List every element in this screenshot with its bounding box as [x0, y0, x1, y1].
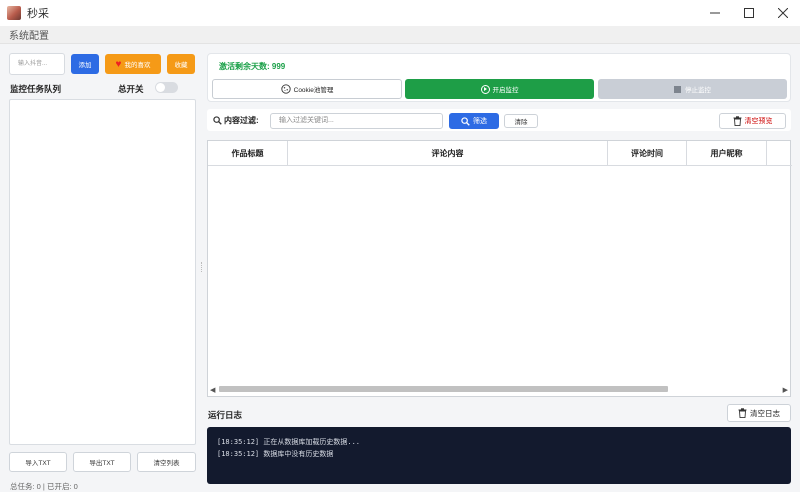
add-button[interactable]: 添加 — [71, 54, 99, 74]
trash-icon — [738, 408, 747, 418]
menu-bar: 系统配置 — [0, 26, 800, 44]
comments-table: 作品标题 评论内容 评论时间 用户昵称 ◀ ▶ — [207, 140, 792, 397]
filter-label: 内容过滤: — [224, 116, 259, 125]
filter-input[interactable]: 输入过滤关键词... — [270, 113, 443, 129]
stop-monitor-label: 停止监控 — [685, 87, 711, 94]
search-icon — [461, 116, 470, 126]
task-list[interactable] — [9, 99, 196, 445]
start-monitor-label: 开启监控 — [492, 87, 519, 94]
clear-filter-button[interactable]: 清除 — [504, 114, 538, 128]
heart-icon: ♥ — [115, 58, 122, 70]
master-switch-toggle[interactable] — [155, 82, 178, 93]
right-panel: 激活剩余天数: 999 Cookie池管理 开启监控 停止监控 内容过滤: 输入… — [207, 53, 792, 484]
app-icon — [7, 6, 21, 20]
scrollbar-thumb[interactable] — [219, 386, 668, 392]
header-content[interactable]: 评论内容 — [288, 141, 608, 165]
stop-monitor-button[interactable]: 停止监控 — [598, 79, 787, 99]
window-title: 秒采 — [27, 8, 49, 20]
search-icon — [213, 116, 222, 125]
clear-preview-button[interactable]: 清空预览 — [719, 113, 786, 129]
cookie-pool-button[interactable]: Cookie池管理 — [212, 79, 402, 99]
cookie-pool-label: Cookie池管理 — [293, 87, 334, 94]
window-controls — [698, 0, 800, 26]
table-header: 作品标题 评论内容 评论时间 用户昵称 — [208, 141, 792, 166]
export-txt-button[interactable]: 导出TXT — [73, 452, 131, 472]
scroll-left-icon[interactable]: ◀ — [210, 386, 215, 394]
clear-list-button[interactable]: 清空列表 — [137, 452, 196, 472]
queue-title: 监控任务队列 — [10, 84, 62, 94]
trash-icon — [733, 116, 741, 126]
list-actions: 导入TXT 导出TXT 清空列表 — [9, 452, 196, 472]
days-remaining: 激活剩余天数: 999 — [219, 62, 286, 71]
panel-splitter[interactable] — [201, 262, 203, 272]
uid-controls: 输入抖音... 添加 ♥ 我的喜欢 收藏 — [9, 53, 196, 75]
filter-label-group: 内容过滤: — [213, 115, 259, 126]
horizontal-scrollbar[interactable]: ◀ ▶ — [208, 383, 790, 396]
clear-log-label: 清空日志 — [750, 408, 780, 418]
close-icon[interactable] — [766, 0, 800, 26]
scroll-right-icon[interactable]: ▶ — [783, 386, 788, 394]
filter-button-label: 筛选 — [473, 118, 487, 125]
task-stats: 总任务: 0 | 已开启: 0 — [10, 482, 78, 491]
my-favorites-button[interactable]: ♥ 我的喜欢 — [105, 54, 161, 74]
main-area: 输入抖音... 添加 ♥ 我的喜欢 收藏 监控任务队列 总开关 导入TXT 导出… — [0, 44, 800, 492]
start-monitor-button[interactable]: 开启监控 — [405, 79, 594, 99]
master-switch-label: 总开关 — [118, 84, 144, 94]
uid-input[interactable]: 输入抖音... — [9, 53, 65, 75]
log-console: [18:35:12] 正在从数据库加载历史数据... [18:35:12] 数据… — [207, 427, 791, 484]
maximize-icon[interactable] — [732, 0, 766, 26]
clear-log-button[interactable]: 清空日志 — [727, 404, 791, 422]
header-title[interactable]: 作品标题 — [208, 141, 288, 165]
header-nickname[interactable]: 用户昵称 — [687, 141, 767, 165]
minimize-icon[interactable] — [698, 0, 732, 26]
header-time[interactable]: 评论时间 — [608, 141, 687, 165]
menu-item-system-config[interactable]: 系统配置 — [9, 27, 49, 42]
log-line: [18:35:12] 正在从数据库加载历史数据... — [217, 438, 361, 446]
cookie-icon — [280, 84, 291, 94]
stop-icon — [674, 85, 681, 93]
import-txt-button[interactable]: 导入TXT — [9, 452, 67, 472]
toggle-knob — [156, 83, 165, 92]
title-bar: 秒采 — [0, 0, 800, 26]
log-title: 运行日志 — [208, 410, 243, 420]
clear-preview-label: 清空预览 — [744, 118, 773, 125]
filter-button[interactable]: 筛选 — [449, 113, 499, 129]
filter-row: 内容过滤: 输入过滤关键词... 筛选 清除 清空预览 — [207, 109, 791, 131]
my-favorites-label: 我的喜欢 — [124, 62, 151, 69]
collect-button[interactable]: 收藏 — [167, 54, 195, 74]
left-panel: 输入抖音... 添加 ♥ 我的喜欢 收藏 监控任务队列 总开关 导入TXT 导出… — [9, 53, 196, 491]
play-icon — [480, 84, 490, 94]
log-line: [18:35:12] 数据库中没有历史数据 — [217, 450, 334, 458]
activation-card: 激活剩余天数: 999 Cookie池管理 开启监控 停止监控 — [207, 53, 791, 102]
